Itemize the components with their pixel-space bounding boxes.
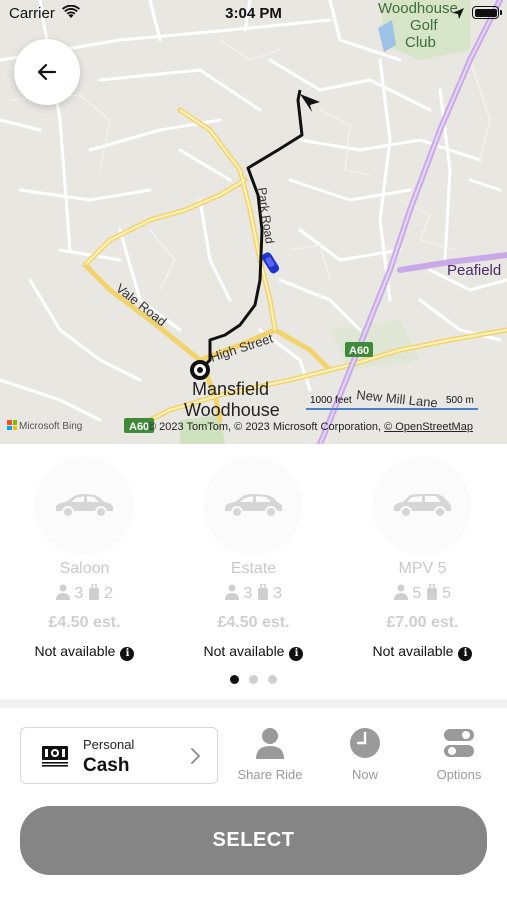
- back-button[interactable]: [14, 39, 80, 105]
- vehicle-image: [375, 459, 469, 553]
- microsoft-logo-icon: [7, 420, 17, 430]
- vehicle-status: Not available i: [0, 643, 169, 661]
- vehicle-capacity: 3 2: [0, 584, 169, 603]
- map-label-town-2: Woodhouse: [184, 400, 280, 420]
- passenger-count: 3: [74, 585, 84, 602]
- vehicle-price: £4.50 est.: [217, 614, 290, 631]
- vehicle-price: £4.50 est.: [48, 614, 121, 631]
- clock: 3:04 PM: [225, 5, 282, 22]
- luggage-icon: [88, 584, 99, 600]
- options-button[interactable]: Options: [412, 727, 506, 787]
- scale-meters: 500 m: [446, 395, 474, 406]
- vehicle-option-saloon[interactable]: Saloon 3 2 £4.50 est. Not available i: [0, 444, 169, 674]
- options-label: Options: [436, 767, 482, 782]
- luggage-icon: [426, 584, 437, 600]
- now-label: Now: [351, 767, 378, 782]
- luggage-count: 3: [273, 585, 283, 602]
- vehicle-name: Saloon: [59, 560, 110, 577]
- vehicle-status: Not available i: [338, 643, 507, 661]
- passenger-count: 3: [243, 585, 253, 602]
- passenger-icon: [55, 584, 70, 600]
- passenger-icon: [224, 584, 239, 600]
- page-dot[interactable]: [249, 675, 258, 684]
- map-label-golf-3: Club: [405, 34, 436, 51]
- vehicle-capacity: 5 5: [338, 584, 507, 603]
- page-dot[interactable]: [268, 675, 277, 684]
- car-icon: [225, 494, 282, 518]
- status-bar: Carrier 3:04 PM: [0, 0, 507, 28]
- passenger-count: 5: [412, 585, 422, 602]
- battery-icon: [472, 6, 502, 19]
- map-label-peafield: Peafield: [447, 262, 501, 279]
- info-icon[interactable]: i: [289, 647, 304, 661]
- page-dot[interactable]: [230, 675, 239, 684]
- map-attribution: © 2023 TomTom, © 2023 Microsoft Corporat…: [148, 421, 473, 433]
- scale-bar: [306, 408, 478, 410]
- carousel-pagination[interactable]: [0, 671, 507, 684]
- person-icon: [256, 728, 284, 759]
- vehicle-option-mpv5[interactable]: MPV 5 5 5 £7.00 est. Not available i: [338, 444, 507, 674]
- vehicle-price: £7.00 est.: [386, 614, 459, 631]
- attribution-text: © 2023 TomTom, © 2023 Microsoft Corporat…: [148, 421, 385, 433]
- luggage-count: 5: [442, 585, 452, 602]
- section-divider: [0, 699, 507, 708]
- vehicle-capacity: 3 3: [169, 584, 338, 603]
- vehicle-option-estate[interactable]: Estate 3 3 £4.50 est. Not available i: [169, 444, 338, 674]
- vehicle-status: Not available i: [169, 643, 338, 661]
- location-arrow-icon: [453, 8, 464, 19]
- payment-method-selector[interactable]: Personal Cash: [20, 727, 218, 784]
- a60-shield-upper: A60: [349, 345, 369, 357]
- payment-account-label: Personal: [83, 737, 135, 752]
- cash-icon: [42, 746, 68, 767]
- info-icon[interactable]: i: [120, 647, 135, 661]
- vehicle-name: Estate: [230, 560, 277, 577]
- status-text: Not available: [203, 643, 285, 659]
- bing-logo: Microsoft Bing: [7, 420, 82, 432]
- scale-feet: 1000 feet: [310, 395, 352, 406]
- car-icon: [56, 494, 113, 518]
- luggage-icon: [257, 584, 268, 600]
- osm-link[interactable]: © OpenStreetMap: [384, 421, 473, 433]
- luggage-count: 2: [104, 585, 114, 602]
- share-ride-button[interactable]: Share Ride: [223, 727, 317, 787]
- vehicle-image: [37, 459, 131, 553]
- share-ride-label: Share Ride: [237, 767, 303, 782]
- vehicle-carousel[interactable]: Saloon 3 2 £4.50 est. Not available i Est…: [0, 444, 507, 699]
- select-button[interactable]: SELECT: [20, 806, 487, 875]
- schedule-now-button[interactable]: Now: [318, 727, 412, 787]
- status-text: Not available: [372, 643, 454, 659]
- clock-icon: [350, 728, 380, 758]
- status-text: Not available: [34, 643, 116, 659]
- info-icon[interactable]: i: [458, 647, 473, 661]
- map-label-town-1: Mansfield: [192, 379, 269, 399]
- payment-method-value: Cash: [83, 755, 130, 776]
- passenger-icon: [393, 584, 408, 600]
- bing-label: Microsoft Bing: [19, 421, 83, 432]
- toggles-icon: [444, 729, 474, 757]
- back-arrow-icon: [37, 63, 57, 81]
- a60-shield-lower: A60: [129, 421, 149, 433]
- car-icon: [394, 494, 451, 518]
- vehicle-name: MPV 5: [398, 560, 447, 577]
- vehicle-image: [206, 459, 300, 553]
- chevron-right-icon: [191, 748, 200, 764]
